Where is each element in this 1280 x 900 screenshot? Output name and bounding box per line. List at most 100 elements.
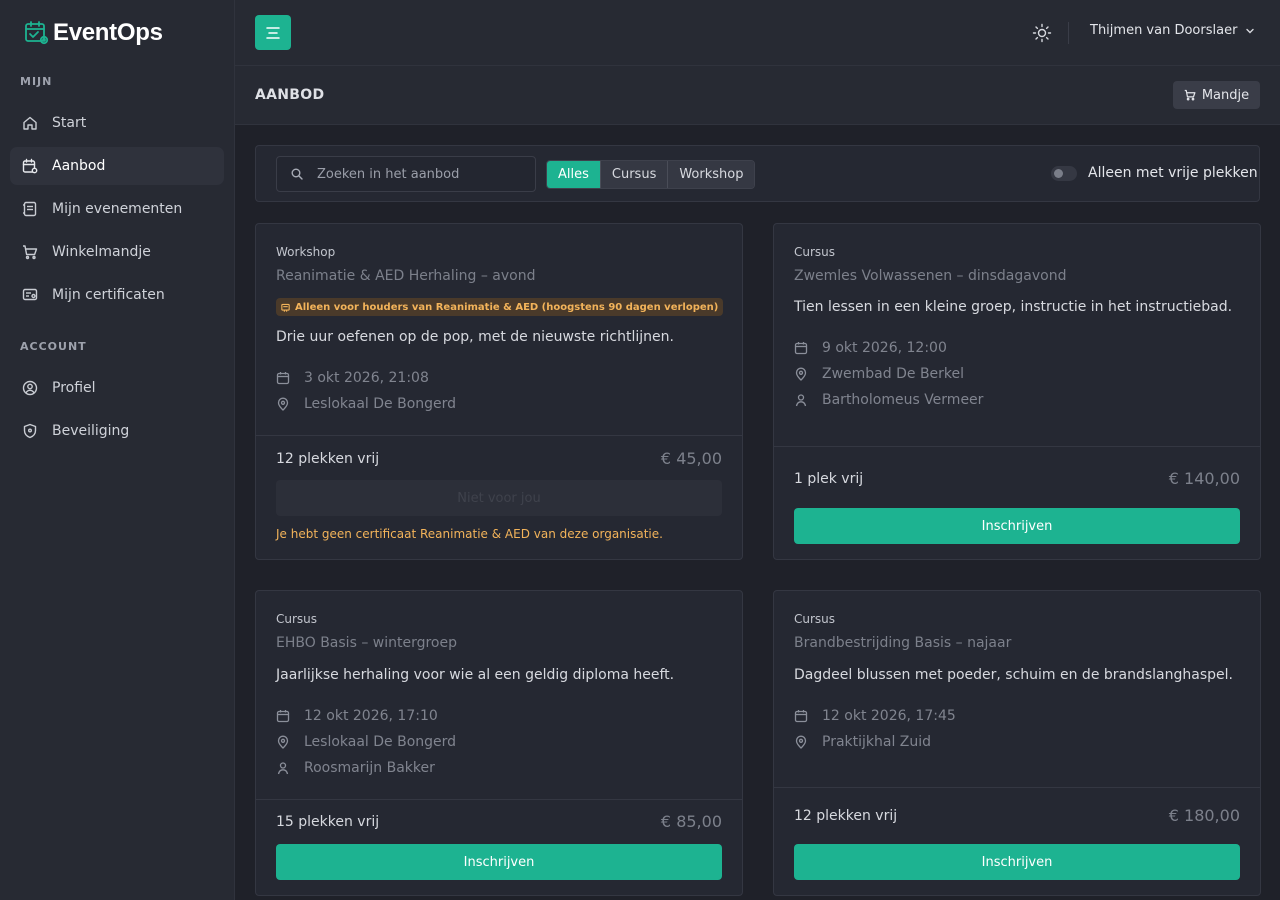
event-instructor-text: Bartholomeus Vermeer [822,392,984,408]
card-divider [774,446,1260,447]
event-location-text: Praktijkhal Zuid [822,734,932,750]
event-type: Cursus [794,612,836,626]
sidebar-item-label: Mijn evenementen [52,201,183,217]
menu-icon [266,26,280,39]
enroll-button[interactable]: Inschrijven [794,508,1240,544]
filter-workshop[interactable]: Workshop [667,161,755,188]
event-title[interactable]: Zwemles Volwassenen – dinsdagavond [794,268,1066,284]
user-circle-icon [22,380,38,396]
event-title[interactable]: Brandbestrijding Basis – najaar [794,635,1011,651]
spots-available: 12 plekken vrij [794,808,898,824]
event-date-text: 12 okt 2026, 17:45 [822,708,956,724]
event-description: Jaarlijkse herhaling voor wie al een gel… [276,667,675,683]
certificate-icon [281,303,290,312]
event-location: Praktijkhal Zuid [794,734,931,750]
certificate-icon [22,288,38,301]
sidebar-item-winkelmandje[interactable]: Winkelmandje [10,233,224,271]
user-icon [277,762,289,775]
not-eligible-button: Niet voor jou [276,480,722,516]
event-date: 3 okt 2026, 21:08 [276,370,429,386]
page-title: AANBOD [255,87,325,103]
event-location: Zwembad De Berkel [794,366,964,382]
free-spots-toggle[interactable] [1051,165,1077,181]
event-location-text: Leslokaal De Bongerd [304,396,457,412]
user-name: Thijmen van Doorslaer [1090,23,1238,38]
event-title[interactable]: EHBO Basis – wintergroep [276,635,457,651]
card-divider [774,787,1260,788]
event-date: 12 okt 2026, 17:45 [794,708,956,724]
cart-icon [1184,89,1196,101]
location-pin-icon [277,735,289,749]
event-instructor: Bartholomeus Vermeer [794,392,983,408]
sidebar: EventOps MIJN Start Aanbod Mijn evenemen… [0,0,235,900]
app-logo[interactable]: EventOps [24,19,163,47]
shield-icon [23,423,37,439]
location-pin-icon [795,735,807,749]
enroll-button[interactable]: Inschrijven [794,844,1240,880]
search-input[interactable] [317,166,527,182]
event-price: € 85,00 [660,812,722,831]
nav-section-account: ACCOUNT [20,340,87,353]
filter-alles[interactable]: Alles [547,161,600,188]
calendar-icon [276,372,290,385]
event-date: 12 okt 2026, 17:10 [276,708,438,724]
agenda-icon [23,201,37,217]
sidebar-item-label: Beveiliging [52,423,130,439]
cart-button-label: Mandje [1201,87,1250,103]
event-date-text: 12 okt 2026, 17:10 [304,708,438,724]
calendar-icon [794,710,808,723]
event-location: Leslokaal De Bongerd [276,396,456,412]
card-divider [256,435,742,436]
menu-toggle-button[interactable] [255,15,291,50]
card-divider [256,799,742,800]
location-pin-icon [277,397,289,411]
event-date-text: 3 okt 2026, 21:08 [304,370,429,386]
sidebar-item-label: Winkelmandje [52,244,151,260]
event-price: € 180,00 [1168,806,1240,825]
chevron-down-icon [1246,28,1255,33]
event-location: Leslokaal De Bongerd [276,734,456,750]
sun-icon [1032,23,1052,43]
sidebar-item-label: Aanbod [52,158,106,174]
type-filter: Alles Cursus Workshop [546,160,756,189]
event-card: Workshop Reanimatie & AED Herhaling – av… [255,223,743,560]
sidebar-item-start[interactable]: Start [10,104,224,142]
event-title[interactable]: Reanimatie & AED Herhaling – avond [276,268,535,284]
calendar-check-icon [25,21,49,45]
event-type: Cursus [276,612,318,626]
user-icon [795,394,807,407]
event-date: 9 okt 2026, 12:00 [794,340,947,356]
sidebar-item-beveiliging[interactable]: Beveiliging [10,412,224,450]
event-location-text: Zwembad De Berkel [822,366,965,382]
calendar-icon [276,710,290,723]
event-card: Cursus Brandbestrijding Basis – najaar D… [773,590,1261,896]
theme-toggle-button[interactable] [1032,23,1052,43]
cart-button[interactable]: Mandje [1173,81,1260,109]
sidebar-item-label: Profiel [52,380,96,396]
event-instructor: Roosmarijn Bakker [276,760,435,776]
event-card: Cursus Zwemles Volwassenen – dinsdagavon… [773,223,1261,560]
topbar: Thijmen van Doorslaer [235,0,1280,66]
sidebar-item-aanbod[interactable]: Aanbod [10,147,224,185]
nav-section-mijn: MIJN [20,75,53,88]
search-icon [291,168,303,180]
spots-available: 1 plek vrij [794,471,864,487]
sidebar-item-profiel[interactable]: Profiel [10,369,224,407]
free-spots-filter: Alleen met vrije plekken [1051,165,1258,181]
free-spots-toggle-label: Alleen met vrije plekken [1088,165,1258,181]
filter-cursus[interactable]: Cursus [599,161,668,188]
eligibility-warning: Je hebt geen certificaat Reanimatie & AE… [276,527,663,541]
app-name: EventOps [53,19,163,46]
spots-available: 12 plekken vrij [276,451,380,467]
requirement-badge-text: Alleen voor houders van Reanimatie & AED… [295,301,719,313]
user-menu[interactable]: Thijmen van Doorslaer [1090,23,1255,38]
requirement-badge: Alleen voor houders van Reanimatie & AED… [276,298,724,316]
sidebar-item-mijn-evenementen[interactable]: Mijn evenementen [10,190,224,228]
event-type: Workshop [276,245,336,259]
event-date-text: 9 okt 2026, 12:00 [822,340,947,356]
sidebar-item-mijn-certificaten[interactable]: Mijn certificaten [10,276,224,314]
event-type: Cursus [794,245,836,259]
search-box [276,156,536,192]
enroll-button[interactable]: Inschrijven [276,844,722,880]
event-description: Drie uur oefenen op de pop, met de nieuw… [276,329,674,345]
